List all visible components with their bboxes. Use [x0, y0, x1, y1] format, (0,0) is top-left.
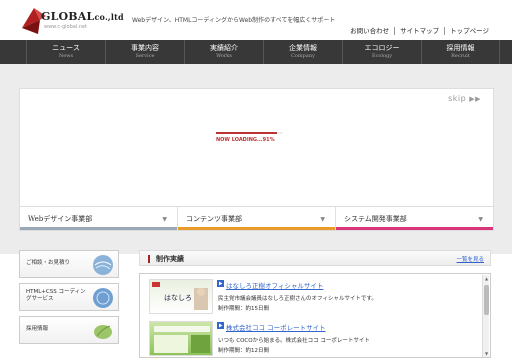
- work-duration: 制作期間：約12日間: [218, 348, 269, 354]
- work-thumbnail[interactable]: [149, 321, 213, 356]
- scroll-up-icon[interactable]: ▲: [483, 275, 490, 282]
- site-header: GLOBALco.,ltd www.c-global.net Webデザイン、H…: [0, 0, 512, 40]
- nav-item-ecology[interactable]: エコロジー Ecology: [342, 40, 421, 64]
- double-chevron-right-icon: ▶▶: [469, 95, 481, 103]
- tab-system-dev[interactable]: システム開発事業部 ▼: [336, 207, 493, 230]
- contact-link[interactable]: お問い合わせ: [345, 27, 394, 35]
- scroll-thumb[interactable]: [484, 285, 489, 315]
- tab-contents[interactable]: コンテンツ事業部 ▼: [178, 207, 336, 230]
- list-item: 株式会社ココ コーポレートサイト いつも COCOから始まる。株式会社ココ コー…: [140, 316, 490, 357]
- arrow-right-icon: [217, 280, 224, 287]
- loading-bar-track: [216, 132, 283, 134]
- triangle-down-icon: ▼: [478, 216, 483, 223]
- work-title-link[interactable]: はなしろ正樹オフィシャルサイト: [226, 280, 323, 290]
- triangle-down-icon: ▼: [320, 216, 325, 223]
- work-title-link[interactable]: 株式会社ココ コーポレートサイト: [226, 322, 326, 332]
- globe-icon: [93, 288, 113, 308]
- work-duration: 制作期間：約15日間: [218, 306, 269, 312]
- tab-web-design[interactable]: Webデザイン事業部 ▼: [20, 207, 178, 230]
- works-header: 制作実績 一覧を見る: [139, 250, 491, 266]
- works-list: はなしろ はなしろ正樹オフィシャルサイト 民主党市議会議員はなしろ正樹さんのオフ…: [139, 273, 491, 358]
- sidebar: ご相談・お見積り HTML+CSS コーディングサービス 採用情報: [19, 250, 119, 349]
- section-title: 制作実績: [148, 255, 184, 263]
- nav-item-recruit[interactable]: 採用情報 Recruit: [421, 40, 500, 64]
- sidebar-item-coding-service[interactable]: HTML+CSS コーディングサービス: [19, 283, 119, 311]
- sitemap-link[interactable]: サイトマップ: [394, 27, 444, 35]
- global-nav: ニュース News 事業内容 Service 実績紹介 Works 企業情報 C…: [0, 40, 512, 64]
- nav-item-works[interactable]: 実績紹介 Works: [184, 40, 263, 64]
- loading-bar-fill: [216, 132, 277, 134]
- tab-color-bar: [336, 227, 493, 230]
- thumb-text: はなしろ: [164, 294, 192, 302]
- works-section: 制作実績 一覧を見る はなしろ はなしろ正樹オフィシャルサイト 民主党市議会議員…: [139, 250, 491, 358]
- sidebar-item-consultation[interactable]: ご相談・お見積り: [19, 250, 119, 278]
- works-scrollbar[interactable]: ▲ ▼: [482, 275, 489, 357]
- loading-indicator: NOW LOADING...91%: [216, 132, 283, 143]
- skip-button[interactable]: skip ▶▶: [448, 94, 481, 103]
- logo-url: www.c-global.net: [44, 24, 87, 30]
- nav-item-news[interactable]: ニュース News: [26, 40, 105, 64]
- work-description: いつも COCOから始まる。株式会社ココ コーポレートサイト: [218, 338, 370, 344]
- hero-flash-area: skip ▶▶ NOW LOADING...91%: [19, 88, 494, 207]
- work-description: 民主党市議会議員はなしろ正樹さんのオフィシャルサイトです。: [218, 296, 377, 302]
- tab-color-bar: [20, 227, 177, 230]
- leaf-icon: [94, 325, 112, 339]
- logo-text[interactable]: GLOBALco.,ltd: [41, 10, 124, 23]
- loading-text: NOW LOADING...91%: [216, 137, 275, 143]
- tab-color-bar: [178, 227, 335, 230]
- globe-icon: [93, 255, 113, 275]
- nav-item-company[interactable]: 企業情報 Company: [263, 40, 342, 64]
- triangle-down-icon: ▼: [162, 216, 167, 223]
- work-thumbnail[interactable]: はなしろ: [149, 279, 213, 314]
- list-item: はなしろ はなしろ正樹オフィシャルサイト 民主党市議会議員はなしろ正樹さんのオフ…: [140, 274, 490, 316]
- sidebar-item-recruit[interactable]: 採用情報: [19, 316, 119, 344]
- arrow-right-icon: [217, 322, 224, 329]
- top-page-link[interactable]: トップページ: [444, 27, 494, 35]
- nav-item-service[interactable]: 事業内容 Service: [105, 40, 184, 64]
- site-tagline: Webデザイン、HTMLコーディングからWeb制作のすべてを幅広くサポート: [132, 17, 336, 24]
- scroll-down-icon[interactable]: ▼: [483, 350, 490, 357]
- view-all-link[interactable]: 一覧を見る: [456, 255, 484, 263]
- division-tabs: Webデザイン事業部 ▼ コンテンツ事業部 ▼ システム開発事業部 ▼: [19, 207, 494, 231]
- utility-links: お問い合わせ サイトマップ トップページ: [345, 27, 494, 35]
